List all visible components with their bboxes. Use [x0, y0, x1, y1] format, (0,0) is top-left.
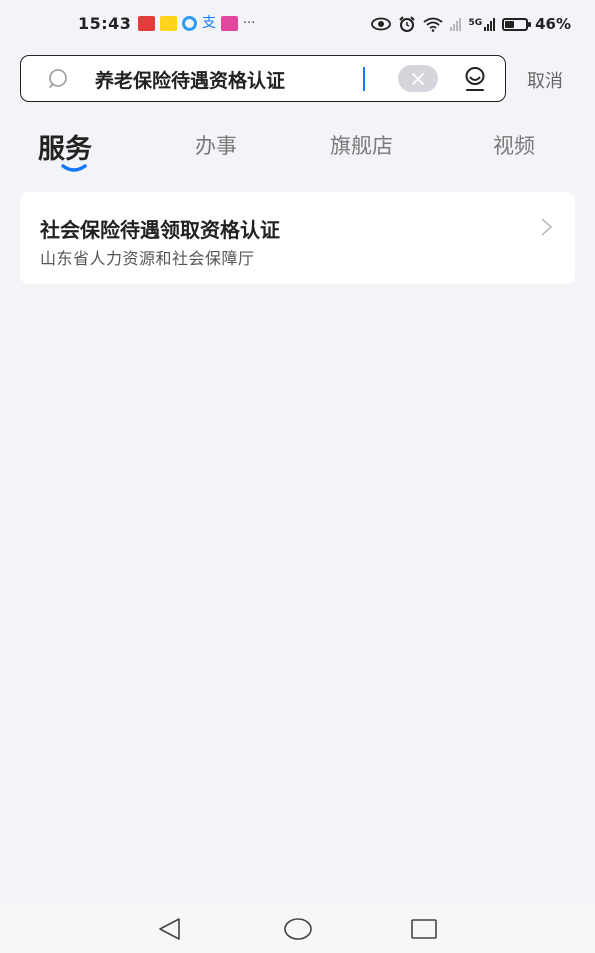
battery-icon [502, 17, 532, 31]
notification-icons: 支 ··· [138, 16, 255, 31]
recents-icon[interactable] [410, 917, 438, 941]
result-card[interactable]: 社会保险待遇领取资格认证 山东省人力资源和社会保障厅 [20, 192, 575, 284]
meituan-notification-icon [160, 16, 177, 31]
more-notifications-icon: ··· [243, 16, 256, 31]
search-icon [49, 69, 67, 88]
tab-services[interactable]: 服务 [38, 127, 92, 166]
clear-icon [412, 72, 424, 85]
wifi-icon [423, 17, 443, 32]
shopping-notification-icon [221, 16, 238, 31]
alipay-notification-icon: 支 [202, 15, 216, 31]
tab-affairs[interactable]: 办事 [195, 130, 237, 160]
search-input[interactable] [95, 64, 395, 94]
back-icon[interactable] [157, 917, 183, 941]
cancel-button[interactable]: 取消 [527, 67, 563, 93]
active-tab-indicator [61, 164, 87, 172]
chevron-right-icon [541, 218, 553, 236]
signal-sim1-icon [450, 17, 462, 31]
network-type-label: 5G [468, 18, 483, 28]
system-icons: 5G 46% [371, 15, 571, 33]
alarm-icon [399, 16, 416, 32]
system-navigation-bar [0, 905, 595, 953]
microphone-icon [465, 67, 485, 91]
eye-icon [371, 17, 392, 31]
result-title: 社会保险待遇领取资格认证 [40, 218, 280, 242]
qq-notification-icon [182, 16, 197, 31]
text-cursor [363, 67, 365, 91]
search-box[interactable] [20, 55, 506, 102]
clear-button[interactable] [398, 65, 438, 92]
voice-search-button[interactable] [461, 65, 489, 93]
result-subtitle: 山东省人力资源和社会保障厅 [40, 249, 255, 268]
tab-flagship-store[interactable]: 旗舰店 [330, 130, 393, 160]
status-bar: 15:43 支 ··· 5G 46% [0, 0, 595, 50]
signal-sim2-icon [484, 17, 496, 31]
app-notification-icon [138, 16, 155, 31]
tab-video[interactable]: 视频 [493, 130, 535, 160]
tab-bar: 服务 办事 旗舰店 视频 [0, 130, 595, 180]
status-time: 15:43 [78, 14, 132, 33]
home-icon[interactable] [283, 917, 313, 941]
battery-percent: 46% [535, 15, 571, 33]
